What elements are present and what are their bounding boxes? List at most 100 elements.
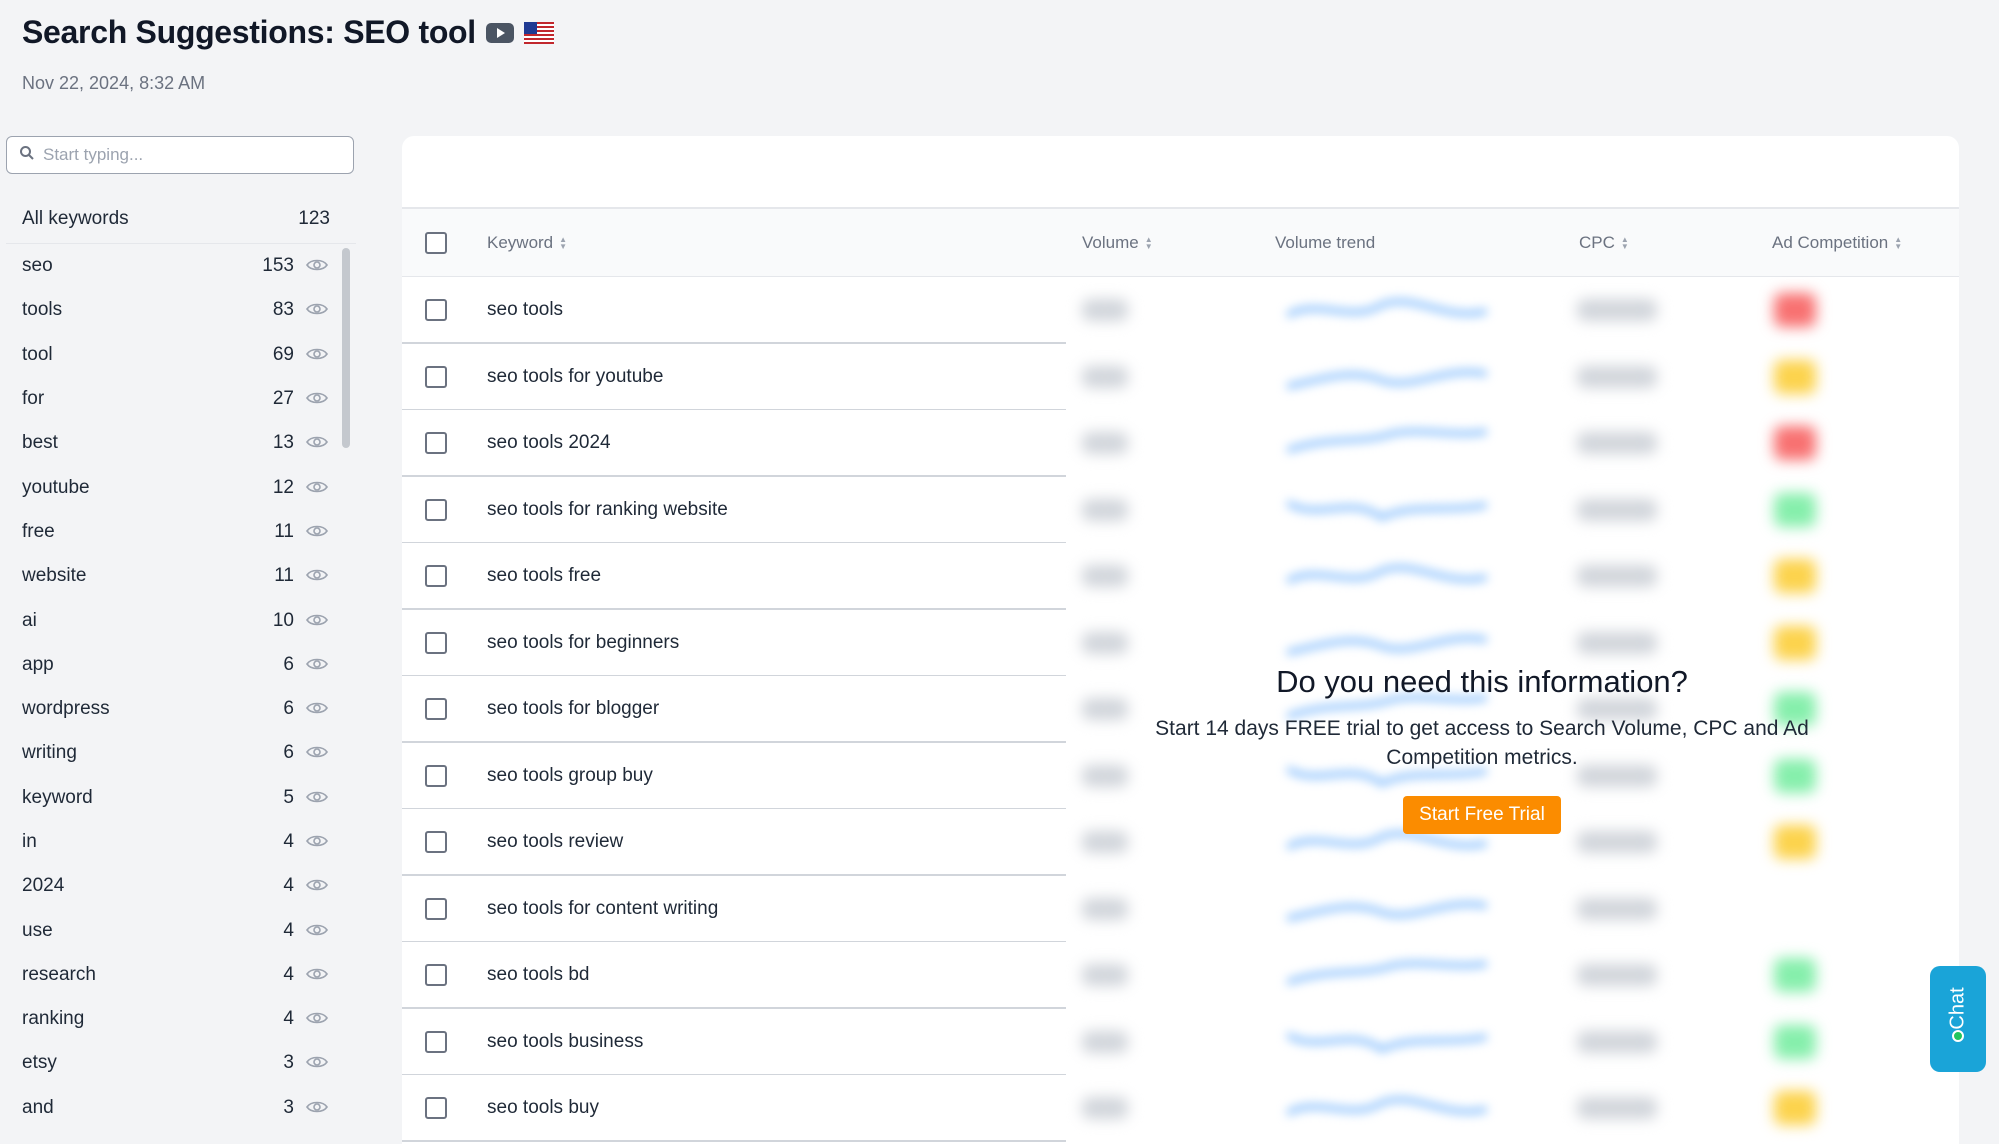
keyword-group-item[interactable]: for 27 bbox=[6, 377, 356, 421]
row-checkbox[interactable] bbox=[425, 498, 447, 521]
table-row[interactable]: seo tools for ranking website bbox=[402, 477, 1959, 543]
keyword-sidebar: All keywords 123 seo153tools83tool69for2… bbox=[6, 136, 356, 1144]
column-volume[interactable]: Volume ▲ ▼ bbox=[1082, 233, 1153, 253]
keyword-group-item[interactable]: 2024 4 bbox=[6, 864, 356, 908]
eye-icon[interactable] bbox=[306, 1055, 330, 1071]
eye-icon[interactable] bbox=[306, 878, 330, 894]
eye-icon[interactable] bbox=[306, 701, 330, 717]
keyword-group-item[interactable]: use 4 bbox=[6, 908, 356, 952]
keyword-cell[interactable]: seo tools business bbox=[487, 1031, 643, 1053]
keyword-group-item[interactable]: in 4 bbox=[6, 820, 356, 864]
table-row[interactable]: seo tools for content writing bbox=[402, 876, 1959, 942]
keyword-group-item[interactable]: writing 6 bbox=[6, 731, 356, 775]
competition-badge-hidden bbox=[1774, 1024, 1816, 1059]
table-row[interactable]: seo tools business bbox=[402, 1009, 1959, 1075]
eye-icon[interactable] bbox=[306, 435, 330, 451]
keyword-group-item[interactable]: free 11 bbox=[6, 510, 356, 554]
eye-icon[interactable] bbox=[306, 790, 330, 806]
trend-sparkline-hidden bbox=[1287, 1096, 1487, 1117]
row-checkbox[interactable] bbox=[425, 432, 447, 454]
keyword-group-item[interactable]: wordpress 6 bbox=[6, 687, 356, 731]
table-row[interactable]: seo tools buy bbox=[402, 1075, 1959, 1142]
eye-icon[interactable] bbox=[306, 834, 330, 850]
us-flag-icon bbox=[523, 21, 554, 44]
row-checkbox[interactable] bbox=[425, 365, 447, 388]
eye-icon[interactable] bbox=[306, 1100, 330, 1116]
keyword-group-count: 12 bbox=[272, 476, 294, 498]
chat-label: Chat bbox=[1946, 986, 1969, 1030]
keyword-group-item[interactable]: seo 153 bbox=[6, 244, 356, 288]
keyword-cell[interactable]: seo tools review bbox=[487, 831, 623, 853]
keyword-group-item[interactable]: tools 83 bbox=[6, 288, 356, 332]
eye-icon[interactable] bbox=[306, 391, 330, 407]
column-cpc[interactable]: CPC ▲ ▼ bbox=[1579, 233, 1629, 253]
eye-icon[interactable] bbox=[306, 657, 330, 673]
keyword-group-item[interactable]: keyword 5 bbox=[6, 776, 356, 820]
keyword-group-count: 10 bbox=[272, 609, 294, 631]
keyword-cell[interactable]: seo tools buy bbox=[487, 1097, 599, 1119]
keyword-group-item[interactable]: research 4 bbox=[6, 953, 356, 997]
trend-sparkline-hidden bbox=[1287, 1031, 1487, 1053]
keyword-cell[interactable]: seo tools group buy bbox=[487, 765, 653, 787]
eye-icon[interactable] bbox=[306, 302, 330, 318]
row-checkbox[interactable] bbox=[425, 1097, 447, 1119]
table-row[interactable]: seo tools for youtube bbox=[402, 344, 1959, 410]
row-checkbox[interactable] bbox=[425, 631, 447, 654]
keyword-group-item[interactable]: etsy 3 bbox=[6, 1041, 356, 1085]
eye-icon[interactable] bbox=[306, 1011, 330, 1027]
row-checkbox[interactable] bbox=[425, 1030, 447, 1053]
keyword-cell[interactable]: seo tools bbox=[487, 299, 563, 321]
table-row[interactable]: seo tools bbox=[402, 277, 1959, 344]
row-checkbox[interactable] bbox=[425, 897, 447, 920]
table-row[interactable]: seo tools 2024 bbox=[402, 410, 1959, 477]
competition-badge-hidden bbox=[1774, 1091, 1816, 1125]
eye-icon[interactable] bbox=[306, 613, 330, 629]
column-keyword[interactable]: Keyword ▲ ▼ bbox=[487, 233, 567, 253]
eye-icon[interactable] bbox=[306, 524, 330, 540]
keyword-cell[interactable]: seo tools free bbox=[487, 565, 601, 587]
row-checkbox[interactable] bbox=[425, 764, 447, 787]
column-ad-competition[interactable]: Ad Competition ▲ ▼ bbox=[1772, 233, 1902, 253]
row-checkbox[interactable] bbox=[425, 698, 447, 720]
keyword-group-item[interactable]: tool 69 bbox=[6, 333, 356, 377]
row-checkbox[interactable] bbox=[425, 964, 447, 986]
eye-icon[interactable] bbox=[306, 347, 330, 363]
all-keywords-item[interactable]: All keywords 123 bbox=[6, 194, 356, 244]
keyword-search-box[interactable] bbox=[6, 136, 354, 174]
eye-icon[interactable] bbox=[306, 480, 330, 496]
eye-icon[interactable] bbox=[306, 967, 330, 983]
eye-icon[interactable] bbox=[306, 258, 330, 274]
select-all-checkbox[interactable] bbox=[425, 231, 447, 254]
competition-badge-hidden bbox=[1774, 625, 1816, 660]
keyword-group-item[interactable]: youtube 12 bbox=[6, 465, 356, 509]
keyword-cell[interactable]: seo tools bd bbox=[487, 964, 589, 986]
table-header: Keyword ▲ ▼ Volume ▲ ▼ Volume trend CPC ▲ ▼… bbox=[402, 209, 1959, 277]
keyword-cell[interactable]: seo tools for beginners bbox=[487, 632, 679, 654]
keyword-cell[interactable]: seo tools 2024 bbox=[487, 432, 611, 454]
keyword-group-item[interactable]: and 3 bbox=[6, 1086, 356, 1130]
keyword-group-item[interactable]: ranking 4 bbox=[6, 997, 356, 1041]
keyword-cell[interactable]: seo tools for ranking website bbox=[487, 499, 728, 521]
keyword-group-item[interactable]: ai 10 bbox=[6, 598, 356, 642]
keyword-group-item[interactable]: website 11 bbox=[6, 554, 356, 598]
row-checkbox[interactable] bbox=[425, 565, 447, 587]
row-checkbox[interactable] bbox=[425, 299, 447, 321]
keyword-cell[interactable]: seo tools for blogger bbox=[487, 698, 659, 720]
table-row[interactable]: seo tools bd bbox=[402, 942, 1959, 1009]
table-row[interactable]: seo tools free bbox=[402, 543, 1959, 610]
eye-icon[interactable] bbox=[306, 568, 330, 584]
keyword-group-count: 4 bbox=[283, 831, 294, 852]
trend-sparkline-hidden bbox=[1287, 428, 1487, 454]
keyword-group-item[interactable]: best 13 bbox=[6, 421, 356, 465]
row-checkbox[interactable] bbox=[425, 831, 447, 853]
eye-icon[interactable] bbox=[306, 923, 330, 939]
keyword-search-input[interactable] bbox=[43, 145, 341, 165]
column-volume-trend: Volume trend bbox=[1275, 233, 1375, 253]
eye-icon[interactable] bbox=[306, 745, 330, 761]
sidebar-scrollbar[interactable] bbox=[342, 248, 350, 448]
keyword-group-item[interactable]: app 6 bbox=[6, 643, 356, 687]
chat-widget-button[interactable]: Chat bbox=[1930, 966, 1986, 1072]
keyword-cell[interactable]: seo tools for content writing bbox=[487, 898, 718, 920]
keyword-cell[interactable]: seo tools for youtube bbox=[487, 366, 663, 388]
start-free-trial-button[interactable]: Start Free Trial bbox=[1403, 796, 1561, 834]
